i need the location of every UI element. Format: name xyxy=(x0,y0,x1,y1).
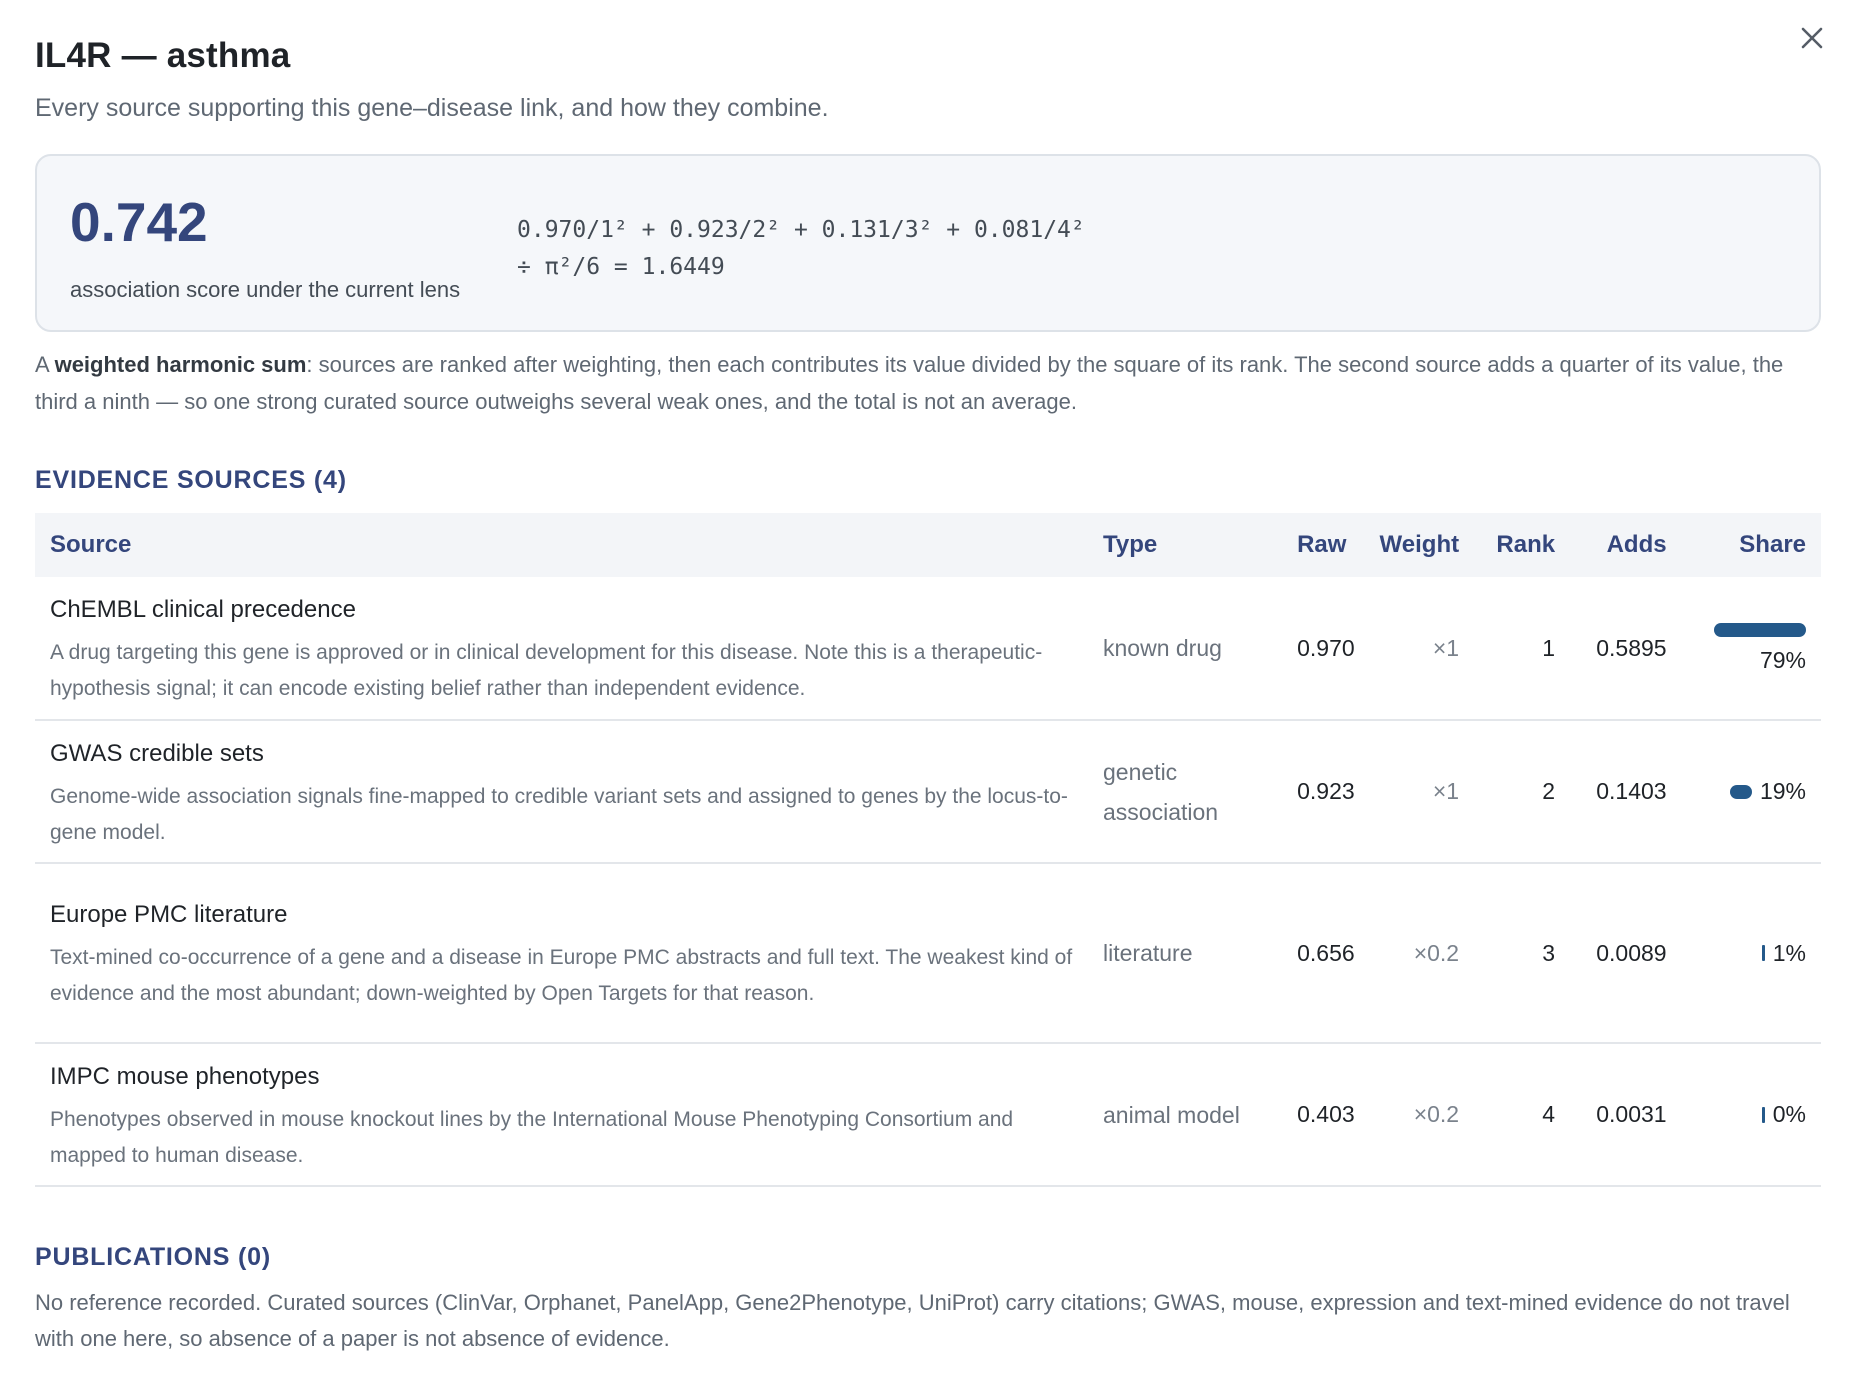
formula-line-2: ÷ π²/6 = 1.6449 xyxy=(517,254,725,280)
score-caption: association score under the current lens xyxy=(70,277,461,302)
source-type: animal model xyxy=(1103,1101,1240,1128)
source-cell: GWAS credible sets Genome-wide associati… xyxy=(35,720,1089,864)
close-button[interactable] xyxy=(1792,18,1832,58)
explanation-bold: weighted harmonic sum xyxy=(54,352,307,377)
table-row: GWAS credible sets Genome-wide associati… xyxy=(35,720,1821,864)
source-type: genetic association xyxy=(1103,758,1219,825)
share-display: 0% xyxy=(1697,1101,1806,1128)
rank-value: 1 xyxy=(1474,577,1571,721)
close-icon[interactable] xyxy=(1801,27,1823,49)
col-header-raw[interactable]: Raw xyxy=(1282,513,1351,577)
source-description: A drug targeting this gene is approved o… xyxy=(50,641,1043,700)
col-header-type[interactable]: Type xyxy=(1088,513,1283,577)
source-type: known drug xyxy=(1103,635,1222,661)
share-percent: 0% xyxy=(1772,1101,1806,1127)
source-name: GWAS credible sets xyxy=(50,739,264,767)
share-percent: 19% xyxy=(1759,778,1806,804)
source-description: Phenotypes observed in mouse knockout li… xyxy=(50,1107,1014,1167)
source-name: IMPC mouse phenotypes xyxy=(50,1062,320,1090)
adds-value: 0.0031 xyxy=(1570,1043,1682,1187)
share-cell: 19% xyxy=(1681,720,1821,864)
share-bar xyxy=(1761,1106,1765,1123)
table-row: ChEMBL clinical precedence A drug target… xyxy=(35,577,1821,721)
evidence-table: Source Type Raw Weight Rank Adds Share C… xyxy=(35,513,1821,1187)
share-percent: 1% xyxy=(1772,939,1806,966)
publications-heading: PUBLICATIONS (0) xyxy=(35,1243,271,1271)
raw-value: 0.923 xyxy=(1282,720,1355,864)
score-formula: 0.970/1² + 0.923/2² + 0.131/3² + 0.081/4… xyxy=(517,212,1085,286)
dialog-subtitle: Every source supporting this gene–diseas… xyxy=(35,94,829,122)
share-cell: 0% xyxy=(1681,1043,1821,1187)
share-cell: 1% xyxy=(1681,863,1821,1044)
evidence-dialog: IL4R — asthma Every source supporting th… xyxy=(0,0,1856,1386)
share-bar xyxy=(1729,784,1752,799)
source-name: Europe PMC literature xyxy=(50,901,288,928)
publications-note: No reference recorded. Curated sources (… xyxy=(35,1290,1790,1351)
share-display: 1% xyxy=(1697,940,1806,967)
adds-value: 0.5895 xyxy=(1570,577,1682,721)
formula-line-1: 0.970/1² + 0.923/2² + 0.131/3² + 0.081/4… xyxy=(517,217,1085,243)
weight-value: ×1 xyxy=(1350,577,1475,721)
share-display: 79% xyxy=(1697,622,1806,674)
source-cell: IMPC mouse phenotypes Phenotypes observe… xyxy=(35,1043,1089,1187)
association-score: 0.742 xyxy=(70,191,208,253)
raw-value: 0.656 xyxy=(1282,863,1355,1044)
source-cell: Europe PMC literature Text-mined co-occu… xyxy=(35,863,1089,1044)
raw-value: 0.403 xyxy=(1282,1043,1355,1187)
col-header-adds[interactable]: Adds xyxy=(1570,513,1682,577)
weight-value: ×0.2 xyxy=(1350,863,1475,1044)
explanation-prefix: A xyxy=(35,352,55,377)
col-header-rank[interactable]: Rank xyxy=(1474,513,1571,577)
rank-value: 4 xyxy=(1474,1043,1571,1187)
score-card: 0.742 association score under the curren… xyxy=(35,154,1821,332)
share-bar xyxy=(1714,622,1806,637)
raw-value: 0.970 xyxy=(1282,577,1355,721)
type-cell: genetic association xyxy=(1088,720,1283,864)
dialog-title: IL4R — asthma xyxy=(35,36,291,75)
adds-value: 0.0089 xyxy=(1570,863,1682,1044)
evidence-sources-heading: EVIDENCE SOURCES (4) xyxy=(35,466,347,494)
type-cell: literature xyxy=(1088,863,1283,1044)
adds-value: 0.1403 xyxy=(1570,720,1682,864)
rank-value: 3 xyxy=(1474,863,1571,1044)
source-type: literature xyxy=(1103,940,1193,966)
type-cell: animal model xyxy=(1088,1043,1283,1187)
rank-value: 2 xyxy=(1474,720,1571,864)
source-description: Genome-wide association signals fine-map… xyxy=(50,784,1068,844)
share-cell: 79% xyxy=(1681,577,1821,721)
score-explanation: A weighted harmonic sum: sources are ran… xyxy=(35,346,1821,420)
col-header-weight[interactable]: Weight xyxy=(1350,513,1475,577)
source-cell: ChEMBL clinical precedence A drug target… xyxy=(35,577,1089,721)
weight-value: ×0.2 xyxy=(1350,1043,1475,1187)
source-description: Text-mined co-occurrence of a gene and a… xyxy=(50,946,1073,1005)
source-name: ChEMBL clinical precedence xyxy=(50,596,356,623)
share-bar xyxy=(1761,945,1765,961)
table-row: Europe PMC literature Text-mined co-occu… xyxy=(35,863,1821,1044)
col-header-source[interactable]: Source xyxy=(35,513,1089,577)
share-percent: 79% xyxy=(1759,646,1806,673)
weight-value: ×1 xyxy=(1350,720,1475,864)
type-cell: known drug xyxy=(1088,577,1283,721)
table-row: IMPC mouse phenotypes Phenotypes observe… xyxy=(35,1043,1821,1187)
table-header-row: Source Type Raw Weight Rank Adds Share xyxy=(35,513,1821,577)
share-display: 19% xyxy=(1697,778,1806,805)
col-header-share[interactable]: Share xyxy=(1681,513,1821,577)
